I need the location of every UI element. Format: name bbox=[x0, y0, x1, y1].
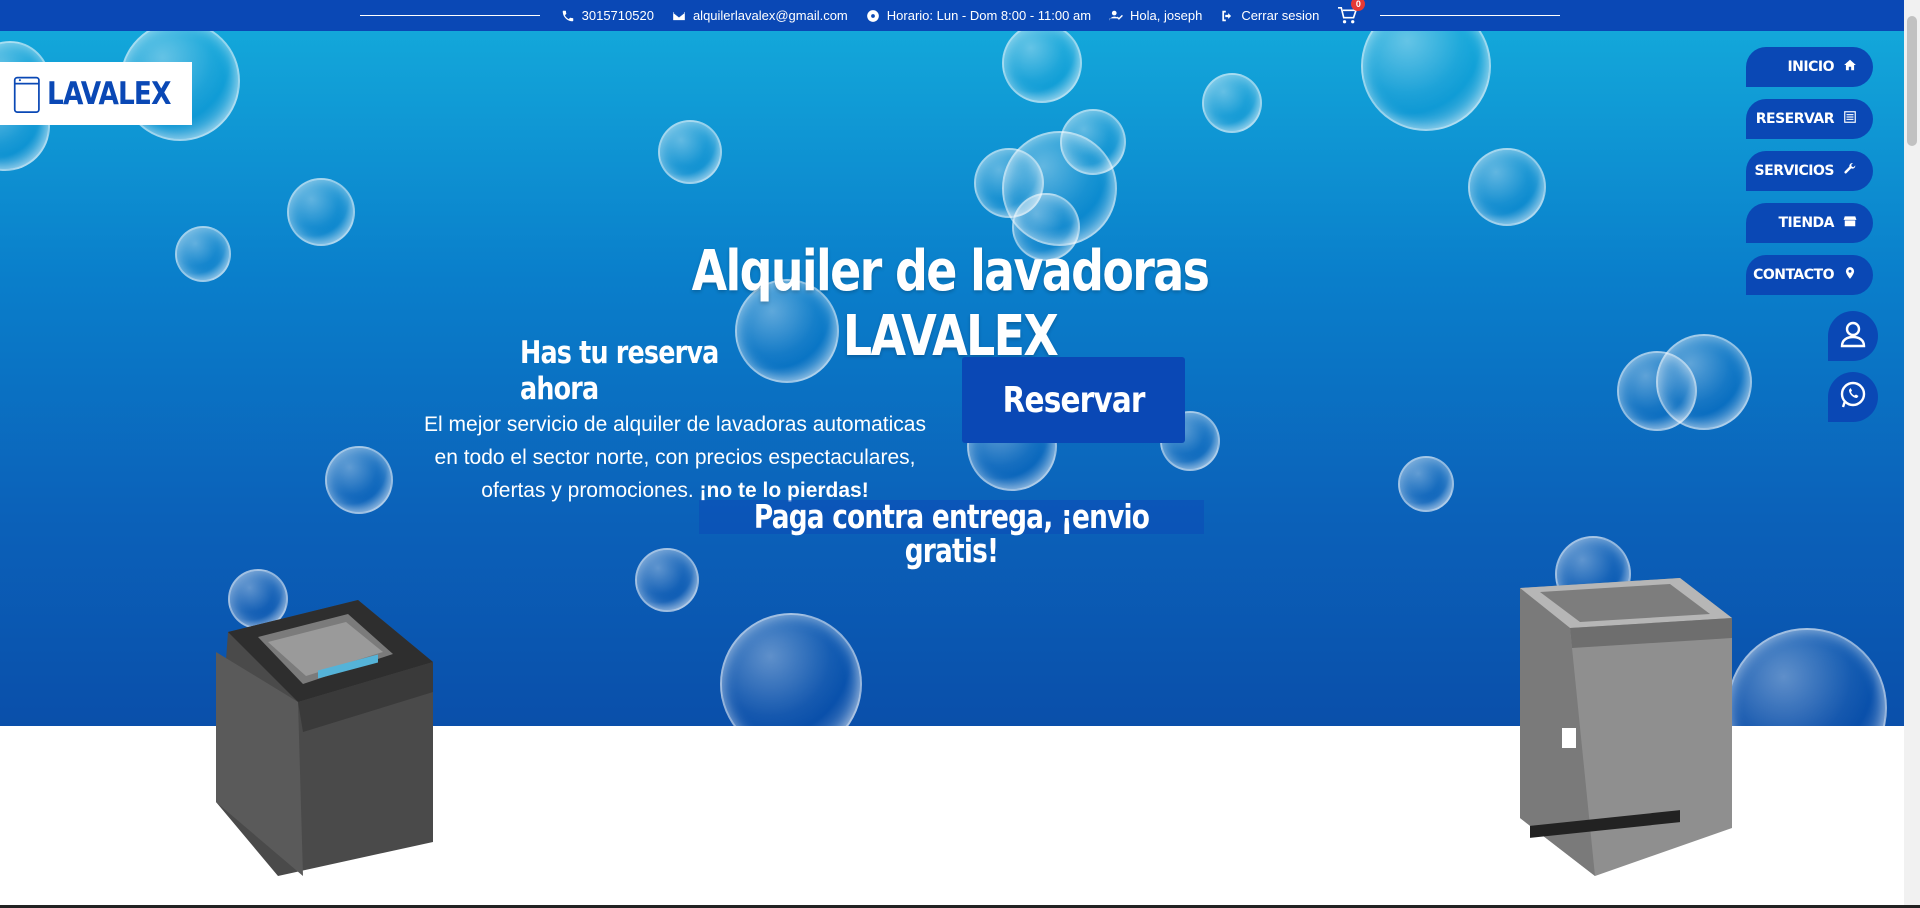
bubble-decoration bbox=[325, 446, 393, 514]
bubble-decoration bbox=[1361, 31, 1491, 131]
reserve-button[interactable]: Reservar bbox=[962, 357, 1185, 443]
phone-number: 3015710520 bbox=[581, 8, 654, 23]
washer-logo-icon bbox=[13, 76, 40, 113]
nav-label: TIENDA bbox=[1778, 215, 1835, 231]
wrench-icon bbox=[1843, 162, 1857, 180]
scrollbar-thumb[interactable] bbox=[1907, 16, 1917, 146]
cart-count-badge: 0 bbox=[1351, 0, 1366, 11]
bubble-decoration bbox=[287, 178, 355, 246]
sign-out-icon bbox=[1220, 9, 1234, 23]
nav-servicios-button[interactable]: SERVICIOS bbox=[1746, 151, 1873, 191]
nav-contacto-button[interactable]: CONTACTO bbox=[1746, 255, 1873, 295]
divider-left bbox=[359, 15, 540, 16]
nav-label: INICIO bbox=[1787, 59, 1834, 75]
top-info-bar: 3015710520 alquilerlavalex@gmail.com Hor… bbox=[0, 0, 1920, 31]
email-address: alquilerlavalex@gmail.com bbox=[692, 8, 848, 23]
clock-icon bbox=[866, 9, 880, 23]
payment-banner: Paga contra entrega, ¡envio gratis! bbox=[699, 500, 1204, 568]
bubble-decoration bbox=[1468, 148, 1546, 226]
bubble-decoration bbox=[1060, 109, 1126, 175]
user-check-icon bbox=[1109, 9, 1123, 23]
description-line: en todo el sector norte, con precios esp… bbox=[434, 446, 916, 469]
cart-button[interactable]: 0 bbox=[1337, 0, 1366, 26]
nav-label: CONTACTO bbox=[1753, 267, 1834, 283]
bubble-decoration bbox=[658, 120, 722, 184]
nav-label: SERVICIOS bbox=[1754, 163, 1835, 179]
phone-icon bbox=[561, 9, 575, 23]
whatsapp-button[interactable] bbox=[1828, 372, 1878, 422]
envelope-icon bbox=[672, 9, 686, 23]
bubble-decoration bbox=[1002, 31, 1082, 103]
hero-description: El mejor servicio de alquiler de lavador… bbox=[400, 408, 950, 507]
hero-subtitle: Has tu reserva ahora bbox=[520, 335, 719, 407]
logout-link[interactable]: Cerrar sesion bbox=[1220, 8, 1319, 23]
brand-logo[interactable]: LAVALEX bbox=[0, 62, 192, 125]
logout-label: Cerrar sesion bbox=[1241, 8, 1320, 23]
bubble-decoration bbox=[1656, 334, 1752, 430]
bubble-decoration bbox=[175, 226, 231, 282]
bubble-decoration bbox=[1202, 73, 1262, 133]
washing-machine-dark-image bbox=[208, 592, 438, 883]
phone-info: 3015710520 bbox=[561, 8, 654, 23]
bubble-decoration bbox=[1398, 456, 1454, 512]
user-profile-button[interactable] bbox=[1828, 311, 1878, 361]
greeting-text: Hola, joseph bbox=[1130, 8, 1203, 23]
whatsapp-icon bbox=[1838, 380, 1868, 415]
nav-inicio-button[interactable]: INICIO bbox=[1746, 47, 1873, 87]
email-info[interactable]: alquilerlavalex@gmail.com bbox=[672, 8, 848, 23]
bubble-decoration bbox=[720, 613, 862, 726]
divider-right bbox=[1380, 15, 1561, 16]
bubble-decoration bbox=[1727, 628, 1887, 726]
user-icon bbox=[1838, 319, 1868, 354]
hours-text: Horario: Lun - Dom 8:00 - 11:00 am bbox=[886, 8, 1092, 23]
description-line: El mejor servicio de alquiler de lavador… bbox=[424, 413, 926, 436]
logo-text: LAVALEX bbox=[46, 75, 171, 112]
side-navigation: INICIO RESERVAR SERVICIOS TIENDA CONTACT… bbox=[1746, 47, 1873, 295]
nav-label: RESERVAR bbox=[1755, 111, 1835, 127]
reserve-button-label: Reservar bbox=[1002, 379, 1145, 421]
greeting-info[interactable]: Hola, joseph bbox=[1109, 8, 1202, 23]
bubble-decoration bbox=[635, 548, 699, 612]
page-scrollbar[interactable] bbox=[1904, 0, 1920, 908]
nav-reservar-button[interactable]: RESERVAR bbox=[1746, 99, 1873, 139]
list-icon bbox=[1843, 110, 1857, 128]
hours-info: Horario: Lun - Dom 8:00 - 11:00 am bbox=[866, 8, 1091, 23]
home-icon bbox=[1843, 58, 1857, 76]
map-marker-icon bbox=[1843, 266, 1857, 284]
washing-machine-gray-image bbox=[1510, 578, 1735, 883]
nav-tienda-button[interactable]: TIENDA bbox=[1746, 203, 1873, 243]
payment-banner-text: Paga contra entrega, ¡envio gratis! bbox=[753, 497, 1150, 570]
store-icon bbox=[1843, 214, 1857, 232]
description-text: ofertas y promociones. bbox=[481, 479, 694, 502]
